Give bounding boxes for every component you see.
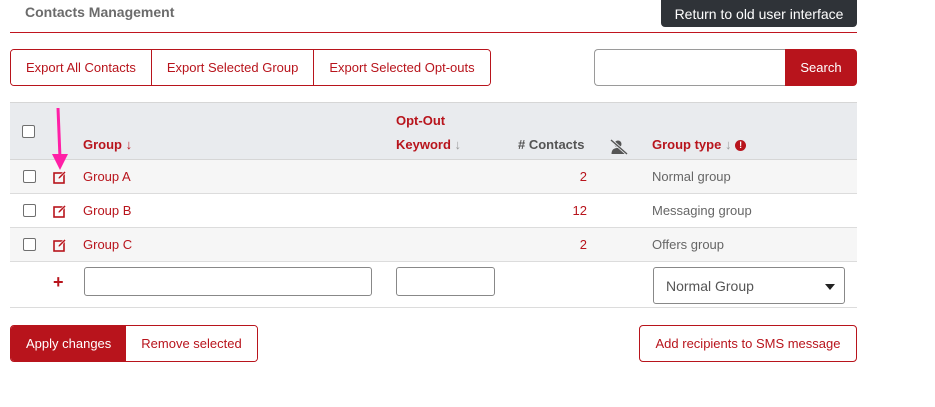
page-title: Contacts Management: [25, 4, 175, 20]
apply-button-group: Apply changes Remove selected: [10, 325, 258, 362]
edit-icon[interactable]: [53, 238, 67, 252]
info-icon[interactable]: !: [735, 140, 747, 151]
column-opt-out-label: Keyword: [396, 137, 451, 152]
apply-changes-button[interactable]: Apply changes: [11, 326, 127, 361]
export-opt-outs-button[interactable]: Export Selected Opt-outs: [314, 50, 490, 85]
groups-table: Group ↓ Opt-Out Keyword ↓ # Contacts Gro…: [10, 102, 857, 308]
group-type: Offers group: [652, 237, 725, 252]
column-contacts: # Contacts: [518, 137, 585, 152]
plus-icon: +: [53, 272, 64, 292]
group-name[interactable]: Group B: [83, 194, 131, 227]
add-group-row: + Normal Group: [10, 262, 857, 308]
contact-count[interactable]: 2: [515, 228, 587, 261]
new-group-name-input[interactable]: [84, 267, 372, 296]
row-checkbox[interactable]: [23, 204, 36, 217]
group-type: Messaging group: [652, 203, 752, 218]
group-type-select[interactable]: Normal Group: [653, 267, 845, 304]
group-name[interactable]: Group A: [83, 160, 131, 193]
contact-count[interactable]: 2: [515, 160, 587, 193]
arrow-down-icon: ↓: [454, 137, 462, 152]
column-group[interactable]: Group ↓: [83, 137, 132, 152]
arrow-down-icon: ↓: [724, 137, 732, 152]
search-button[interactable]: Search: [785, 49, 857, 86]
table-header: Group ↓ Opt-Out Keyword ↓ # Contacts Gro…: [10, 102, 857, 160]
edit-icon[interactable]: [53, 204, 67, 218]
return-old-ui-button[interactable]: Return to old user interface: [661, 0, 857, 27]
row-checkbox[interactable]: [23, 170, 36, 183]
column-opt-out-keyword[interactable]: Keyword ↓: [396, 137, 461, 152]
column-group-type-label: Group type: [652, 137, 722, 152]
table-row: Group B 12 Messaging group: [10, 194, 857, 228]
arrow-down-icon: ↓: [125, 137, 133, 152]
column-group-label: Group: [83, 137, 122, 152]
group-type: Normal group: [652, 169, 731, 184]
new-opt-out-keyword-input[interactable]: [396, 267, 495, 296]
annotation-arrow-icon: [52, 107, 68, 170]
export-selected-group-button[interactable]: Export Selected Group: [151, 50, 315, 85]
row-checkbox[interactable]: [23, 238, 36, 251]
group-type-selected: Normal Group: [666, 277, 754, 294]
user-slash-icon: [610, 139, 628, 155]
export-button-group: Export All Contacts Export Selected Grou…: [10, 49, 491, 86]
select-all-checkbox[interactable]: [22, 125, 35, 138]
column-group-type[interactable]: Group type ↓ !: [652, 137, 747, 152]
column-opt-out-line1: Opt-Out: [396, 113, 446, 128]
title-divider: [10, 32, 857, 33]
table-row: Group A 2 Normal group: [10, 160, 857, 194]
group-name[interactable]: Group C: [83, 228, 132, 261]
contact-count[interactable]: 12: [515, 194, 587, 227]
search-input[interactable]: [594, 49, 786, 86]
add-recipients-button[interactable]: Add recipients to SMS message: [639, 325, 857, 362]
edit-icon[interactable]: [53, 170, 67, 184]
chevron-down-icon: [825, 284, 835, 290]
table-row: Group C 2 Offers group: [10, 228, 857, 262]
export-all-button[interactable]: Export All Contacts: [11, 50, 152, 85]
remove-selected-button[interactable]: Remove selected: [126, 326, 257, 361]
